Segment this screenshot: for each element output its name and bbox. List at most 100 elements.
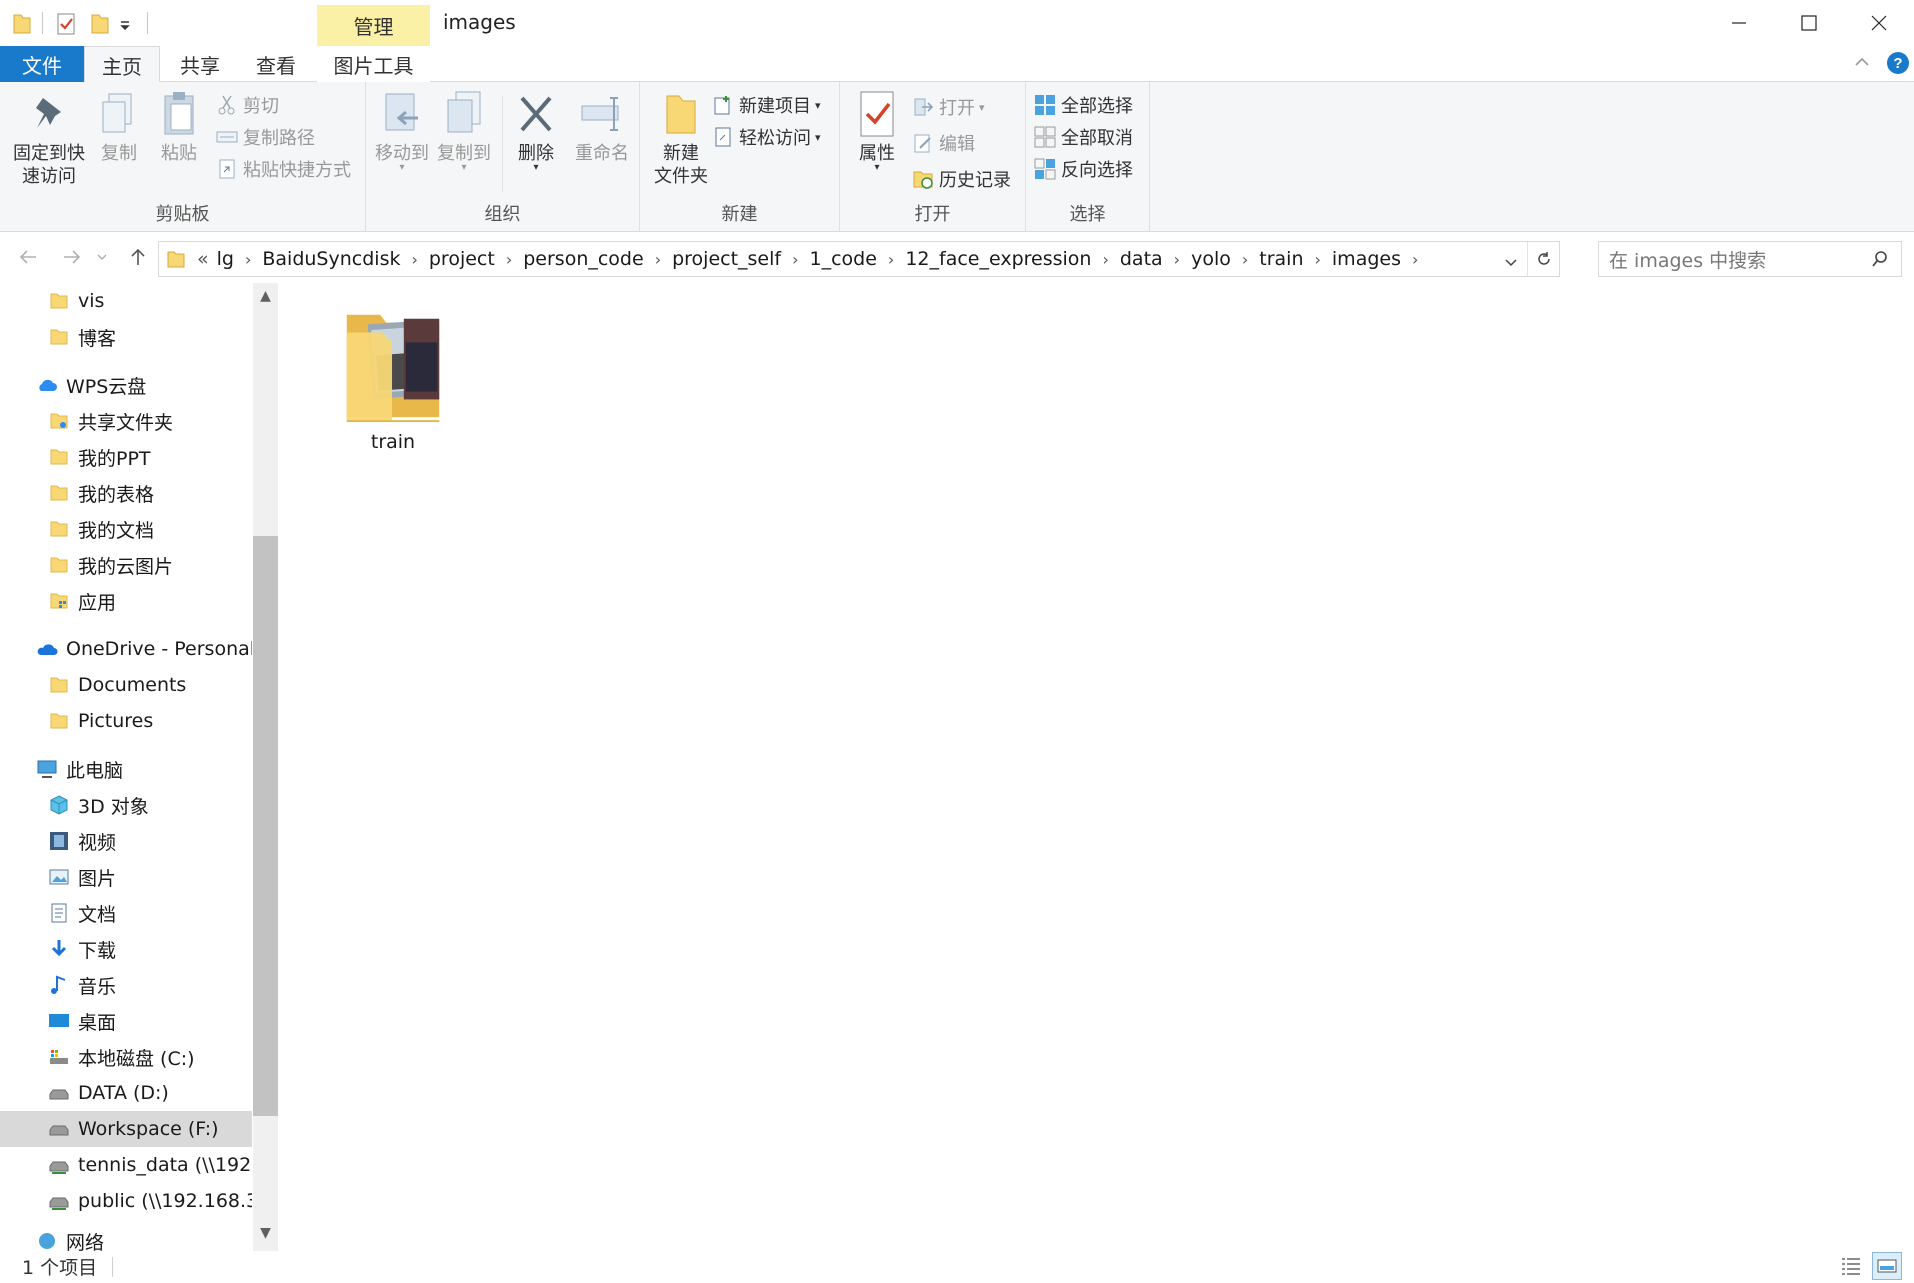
invert-selection-button[interactable]: 反向选择	[1034, 154, 1133, 184]
paste-button[interactable]: 粘贴	[152, 88, 206, 165]
easy-access-button[interactable]: 轻松访问 ▾	[712, 122, 821, 152]
paste-shortcut-button[interactable]: 粘贴快捷方式	[216, 154, 351, 184]
breadcrumb-separator-icon[interactable]: ›	[881, 250, 901, 269]
nav-item-drive-c[interactable]: 本地磁盘 (C:)	[0, 1039, 252, 1075]
nav-item-onedrive[interactable]: OneDrive - Personal	[0, 631, 252, 667]
breadcrumb-item[interactable]: images	[1328, 248, 1405, 270]
copy-path-button[interactable]: 复制路径	[216, 122, 315, 152]
nav-item-my-cloud-pictures[interactable]: 我的云图片	[0, 547, 252, 583]
maximize-button[interactable]	[1774, 0, 1844, 46]
open-button[interactable]: 打开 ▾	[912, 92, 985, 122]
breadcrumb-separator-icon[interactable]: ›	[1405, 250, 1425, 269]
nav-item-wps-cloud[interactable]: WPS云盘	[0, 367, 252, 403]
tab-share[interactable]: 共享	[162, 46, 238, 82]
navpane-scrollbar[interactable]: ▲ ▼	[253, 283, 278, 1251]
scroll-down-arrow-icon[interactable]: ▼	[253, 1220, 278, 1245]
breadcrumb-separator-icon[interactable]: ›	[648, 250, 668, 269]
tab-home[interactable]: 主页	[84, 46, 160, 83]
breadcrumb-item[interactable]: yolo	[1187, 248, 1235, 270]
breadcrumb-item[interactable]: 12_face_expression	[901, 248, 1095, 270]
nav-item-pictures[interactable]: Pictures	[0, 703, 252, 739]
nav-item-public[interactable]: public (\\192.168.31	[0, 1183, 252, 1219]
breadcrumb-separator-icon[interactable]: ›	[238, 250, 258, 269]
back-button[interactable]	[14, 243, 42, 271]
nav-item-vis[interactable]: vis	[0, 283, 252, 319]
tab-manage[interactable]: 管理	[317, 5, 430, 46]
nav-item-my-sheets[interactable]: 我的表格	[0, 475, 252, 511]
nav-item-blog[interactable]: 博客	[0, 319, 252, 355]
cut-button[interactable]: 剪切	[216, 90, 279, 120]
breadcrumb-separator-icon[interactable]: ›	[1167, 250, 1187, 269]
nav-item-documents[interactable]: Documents	[0, 667, 252, 703]
customize-quick-access-icon[interactable]	[118, 10, 132, 38]
tab-view[interactable]: 查看	[238, 46, 314, 82]
recent-locations-button[interactable]	[94, 243, 110, 271]
nav-item-tennis-data[interactable]: tennis_data (\\192.1(	[0, 1147, 252, 1183]
nav-item-drive-d[interactable]: DATA (D:)	[0, 1075, 252, 1111]
tab-file[interactable]: 文件	[0, 46, 84, 82]
folder-item-train[interactable]: train	[328, 303, 458, 453]
collapse-ribbon-icon[interactable]	[1852, 52, 1872, 77]
history-button[interactable]: 历史记录	[912, 164, 1011, 194]
close-button[interactable]	[1844, 0, 1914, 46]
breadcrumb-separator-icon[interactable]: ›	[1235, 250, 1255, 269]
address-bar[interactable]: « lg › BaiduSyncdisk › project › person_cod…	[158, 241, 1560, 277]
nav-item-apps[interactable]: 应用	[0, 583, 252, 619]
search-input[interactable]: 在 images 中搜索	[1609, 246, 1766, 273]
copy-to-button[interactable]: 复制到 ▾	[434, 88, 494, 173]
breadcrumb-separator-icon[interactable]: ›	[1308, 250, 1328, 269]
breadcrumb-overflow[interactable]: «	[193, 248, 213, 270]
search-icon[interactable]	[1871, 250, 1889, 268]
nav-item-desktop[interactable]: 桌面	[0, 1003, 252, 1039]
breadcrumb-item[interactable]: project_self	[668, 248, 785, 270]
nav-item-my-docs[interactable]: 我的文档	[0, 511, 252, 547]
nav-item-documents-lib[interactable]: 文档	[0, 895, 252, 931]
new-folder-quick-icon[interactable]	[90, 10, 110, 38]
breadcrumb-item[interactable]: data	[1116, 248, 1167, 270]
pin-quick-access-button[interactable]: 固定到快 速访问	[8, 88, 90, 189]
nav-item-drive-f[interactable]: Workspace (F:)	[0, 1111, 252, 1147]
breadcrumb-item[interactable]: lg	[213, 248, 238, 270]
scroll-up-arrow-icon[interactable]: ▲	[253, 283, 278, 308]
breadcrumb-item[interactable]: person_code	[519, 248, 647, 270]
scroll-thumb[interactable]	[253, 536, 278, 1116]
breadcrumb-item[interactable]: project	[425, 248, 499, 270]
properties-quick-icon[interactable]	[56, 10, 78, 38]
nav-item-pictures-lib[interactable]: 图片	[0, 859, 252, 895]
breadcrumb-item[interactable]: BaiduSyncdisk	[258, 248, 404, 270]
nav-item-this-pc[interactable]: 此电脑	[0, 751, 252, 787]
properties-button[interactable]: 属性 ▾	[844, 88, 910, 173]
nav-item-network[interactable]: 网络	[0, 1223, 252, 1251]
rename-button[interactable]: 重命名	[570, 88, 634, 165]
nav-item-videos[interactable]: 视频	[0, 823, 252, 859]
breadcrumb-separator-icon[interactable]: ›	[1095, 250, 1115, 269]
breadcrumb-separator-icon[interactable]: ›	[785, 250, 805, 269]
refresh-button[interactable]	[1527, 242, 1559, 276]
breadcrumb-item[interactable]: 1_code	[806, 248, 881, 270]
move-to-button[interactable]: 移动到 ▾	[372, 88, 432, 173]
forward-button[interactable]	[58, 243, 86, 271]
breadcrumb-item[interactable]: train	[1255, 248, 1307, 270]
address-history-dropdown[interactable]	[1503, 251, 1519, 275]
edit-button[interactable]: 编辑	[912, 128, 975, 158]
tab-picture-tools[interactable]: 图片工具	[317, 46, 430, 82]
breadcrumb-separator-icon[interactable]: ›	[404, 250, 424, 269]
nav-item-downloads[interactable]: 下载	[0, 931, 252, 967]
select-all-button[interactable]: 全部选择	[1034, 90, 1133, 120]
nav-item-music[interactable]: 音乐	[0, 967, 252, 1003]
breadcrumb-separator-icon[interactable]: ›	[499, 250, 519, 269]
delete-button[interactable]: 删除 ▾	[506, 88, 566, 173]
large-icons-view-button[interactable]	[1872, 1252, 1902, 1280]
minimize-button[interactable]	[1704, 0, 1774, 46]
new-folder-button[interactable]: 新建 文件夹	[646, 88, 716, 189]
nav-item-shared-folder[interactable]: 共享文件夹	[0, 403, 252, 439]
details-view-button[interactable]	[1836, 1252, 1866, 1280]
nav-item-my-ppt[interactable]: 我的PPT	[0, 439, 252, 475]
help-icon[interactable]: ?	[1886, 51, 1910, 80]
nav-item-3d-objects[interactable]: 3D 对象	[0, 787, 252, 823]
select-none-button[interactable]: 全部取消	[1034, 122, 1133, 152]
search-box[interactable]: 在 images 中搜索	[1598, 241, 1902, 277]
new-item-button[interactable]: 新建项目 ▾	[712, 90, 821, 120]
copy-button[interactable]: 复制	[92, 88, 146, 165]
up-button[interactable]	[124, 243, 152, 271]
